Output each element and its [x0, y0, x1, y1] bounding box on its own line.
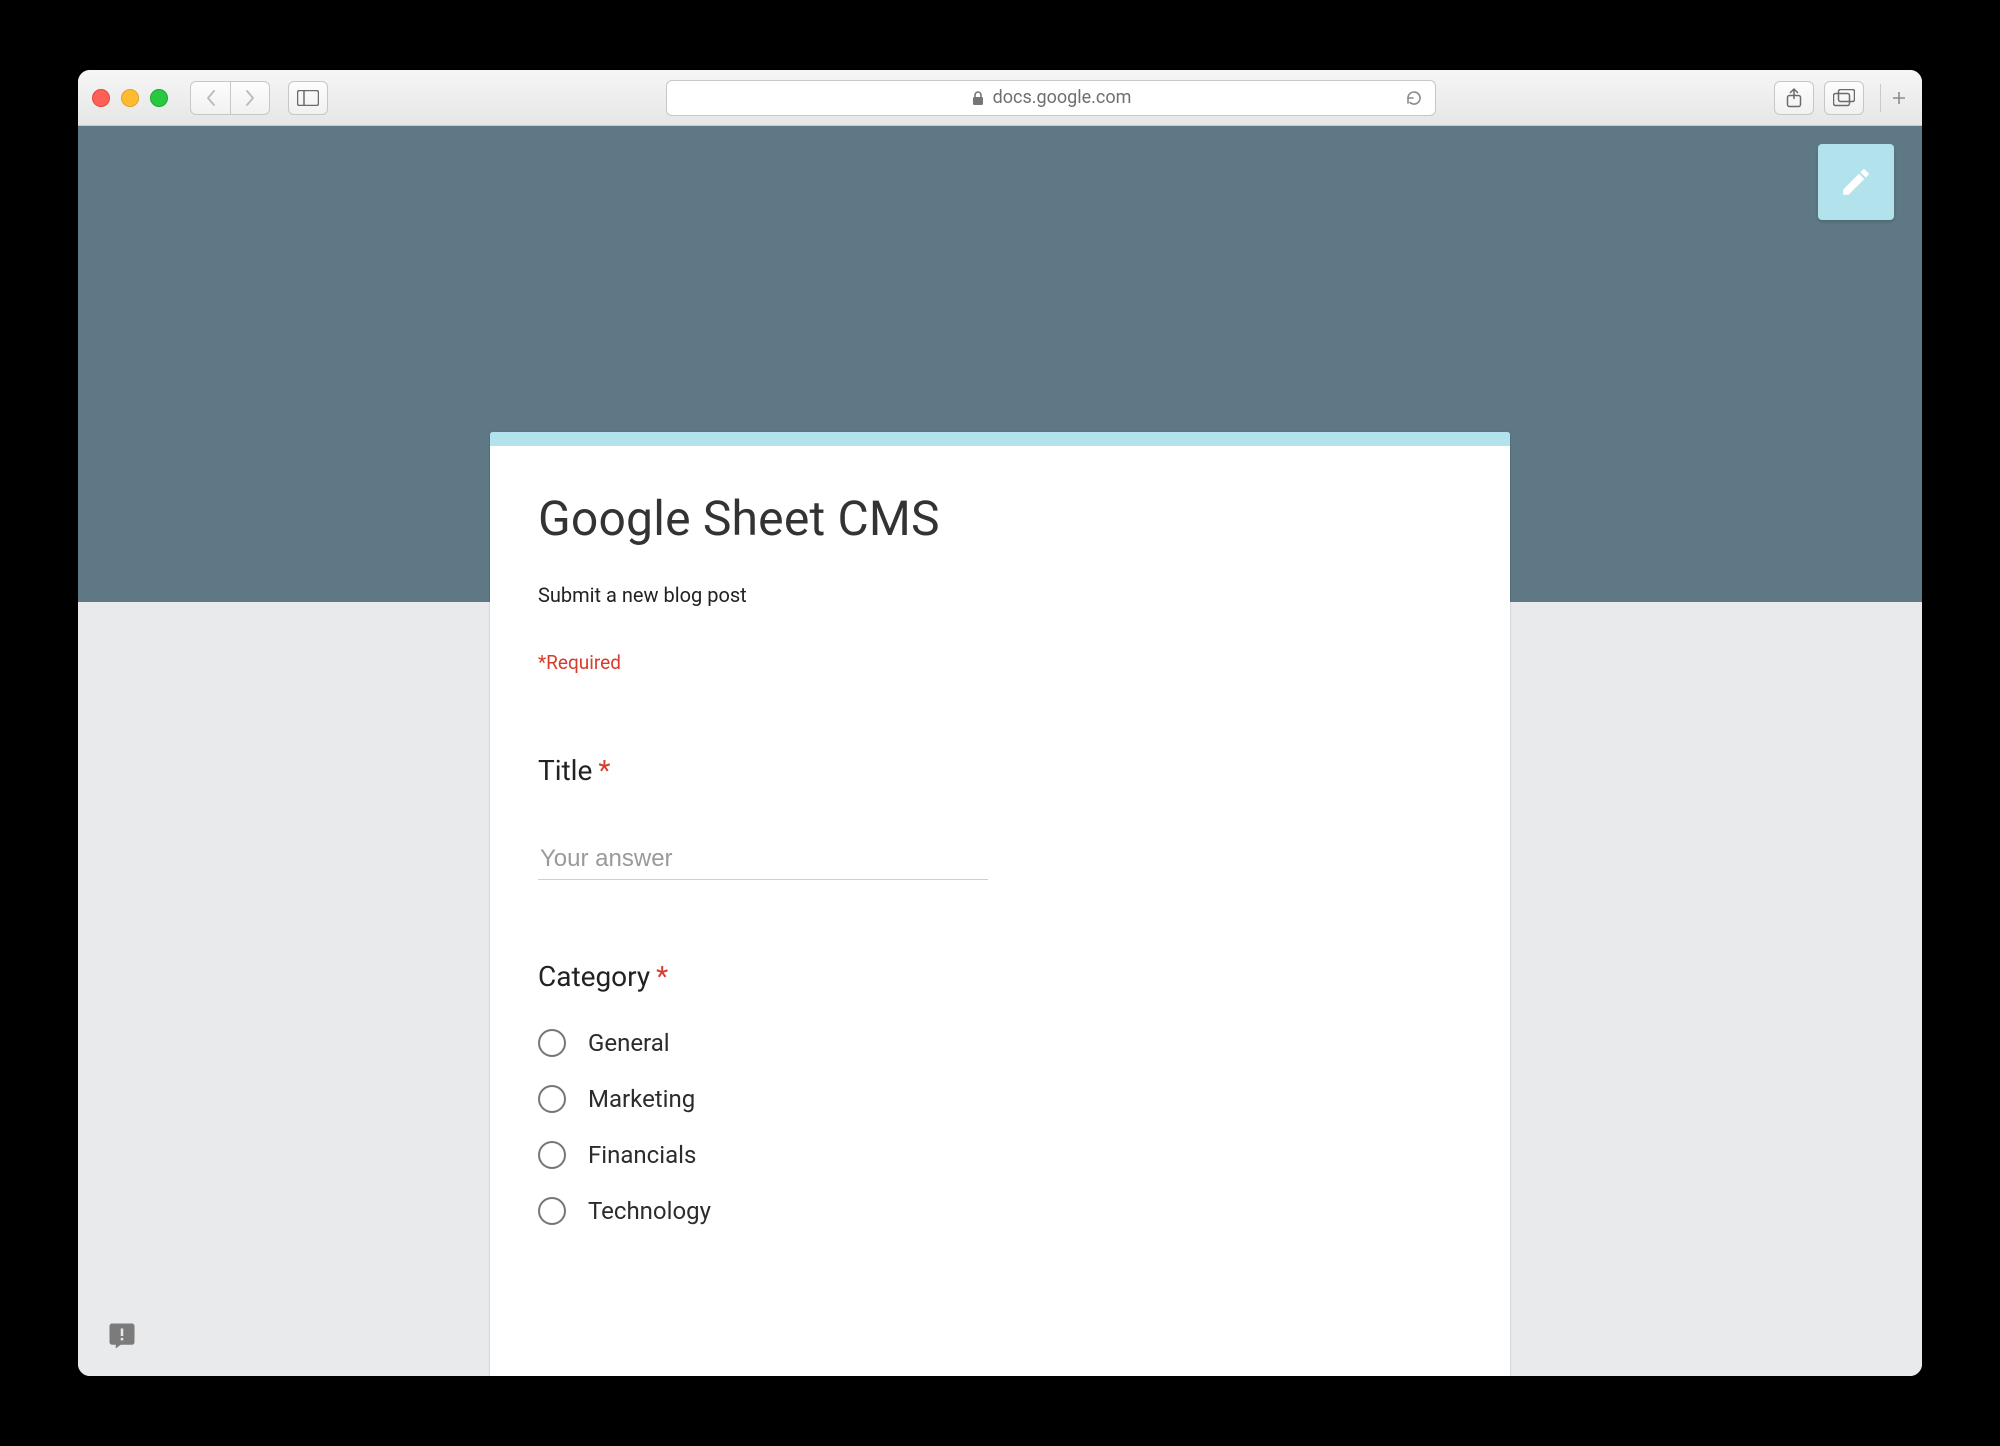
maximize-window-button[interactable] — [150, 89, 168, 107]
toolbar-right — [1774, 81, 1908, 115]
option-label: Technology — [588, 1197, 711, 1225]
radio-icon — [538, 1197, 566, 1225]
option-label: General — [588, 1029, 670, 1057]
address-bar-host: docs.google.com — [993, 87, 1132, 108]
feedback-button[interactable] — [102, 1316, 142, 1356]
forward-button[interactable] — [230, 81, 270, 115]
category-option[interactable]: General — [538, 1015, 1462, 1071]
edit-form-button[interactable] — [1818, 144, 1894, 220]
category-option[interactable]: Technology — [538, 1183, 1462, 1239]
share-button[interactable] — [1774, 81, 1814, 115]
address-bar[interactable]: docs.google.com — [666, 80, 1436, 116]
lock-icon — [971, 90, 985, 106]
close-window-button[interactable] — [92, 89, 110, 107]
category-options: General Marketing Financials Techno — [538, 1015, 1462, 1239]
sidebar-button[interactable] — [288, 81, 328, 115]
option-label: Financials — [588, 1141, 696, 1169]
radio-icon — [538, 1029, 566, 1057]
minimize-window-button[interactable] — [121, 89, 139, 107]
category-option[interactable]: Financials — [538, 1127, 1462, 1183]
radio-icon — [538, 1085, 566, 1113]
category-label: Category — [538, 960, 650, 993]
reload-icon[interactable] — [1405, 89, 1423, 107]
question-title: Title* — [538, 754, 1462, 880]
form-accent-bar — [490, 432, 1510, 446]
browser-toolbar: docs.google.com — [78, 70, 1922, 126]
page-content: Google Sheet CMS Submit a new blog post … — [78, 126, 1922, 1376]
pencil-icon — [1839, 165, 1873, 199]
tabs-button[interactable] — [1824, 81, 1864, 115]
required-star: * — [598, 754, 610, 787]
form-description: Submit a new blog post — [538, 583, 1462, 607]
back-button[interactable] — [190, 81, 230, 115]
required-star: * — [656, 960, 668, 993]
form-title: Google Sheet CMS — [538, 490, 1462, 547]
category-option[interactable]: Marketing — [538, 1071, 1462, 1127]
required-indicator: *Required — [538, 651, 1462, 674]
nav-buttons — [190, 81, 270, 115]
option-label: Marketing — [588, 1085, 695, 1113]
title-input[interactable] — [538, 839, 988, 880]
question-category: Category* General Marketing — [538, 960, 1462, 1239]
new-tab-button[interactable] — [1880, 84, 1908, 112]
title-label: Title — [538, 754, 592, 787]
window-controls — [92, 89, 168, 107]
radio-icon — [538, 1141, 566, 1169]
form-card: Google Sheet CMS Submit a new blog post … — [490, 432, 1510, 1376]
safari-window: docs.google.com — [78, 70, 1922, 1376]
